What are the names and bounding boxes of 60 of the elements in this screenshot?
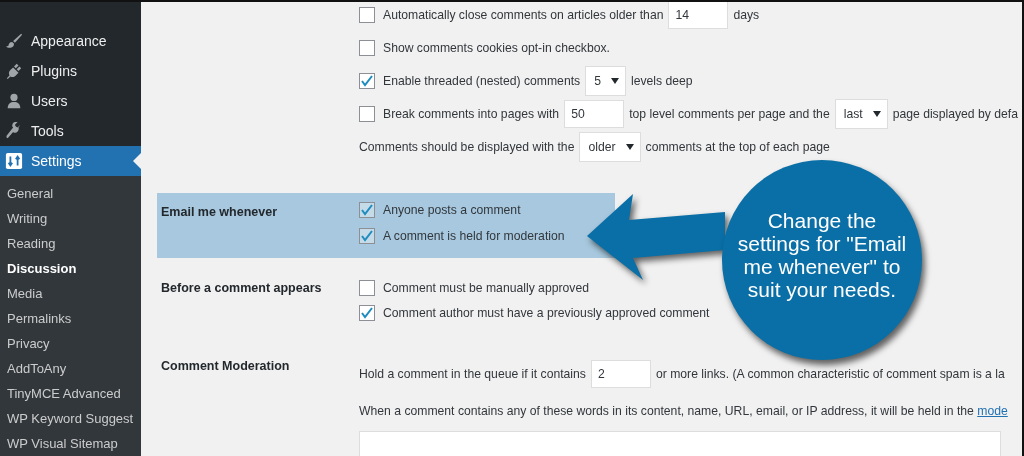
wrench-icon [5, 122, 23, 140]
callout-bubble: Change the settings for "Email me whenever" to suit your needs. [722, 160, 922, 360]
checkbox[interactable] [359, 105, 375, 122]
option-text: Automatically close comments on articles older than [383, 7, 664, 22]
option-text: or more links. (A common characteristic of comment spam is a la [655, 367, 1005, 381]
submenu-item[interactable]: Privacy [0, 331, 141, 356]
submenu-item[interactable]: Permalinks [0, 306, 141, 331]
submenu-item[interactable]: AddToAny [0, 356, 141, 381]
submenu-item[interactable]: Discussion [0, 256, 141, 281]
option-text: levels deep [630, 73, 693, 88]
link[interactable]: mode [977, 404, 1008, 418]
dropdown[interactable]: last [834, 98, 888, 129]
option-text: days [733, 7, 760, 22]
checkbox[interactable] [359, 39, 375, 56]
option-text: Break comments into pages with [383, 106, 560, 121]
option-text: A comment is held for moderation [383, 229, 565, 243]
user-icon [5, 92, 23, 110]
option-text: Comment must be manually approved [383, 280, 589, 295]
settings-icon [5, 152, 23, 170]
caret-icon [625, 143, 634, 150]
number-field[interactable]: 14 [668, 2, 729, 29]
sidebar-menu-item[interactable]: Tools [0, 116, 141, 146]
option-text: Show comments cookies opt-in checkbox. [383, 40, 610, 55]
sidebar-menu-item[interactable]: Plugins [0, 56, 141, 86]
submenu-item[interactable]: Writing [0, 206, 141, 231]
submenu-item[interactable]: WP Keyword Suggest [0, 406, 141, 431]
plug-icon [5, 62, 23, 80]
sidebar-menu-item[interactable]: Settings [0, 146, 141, 176]
option-text: Enable threaded (nested) comments [383, 73, 581, 88]
sidebar-menu-item[interactable]: Users [0, 86, 141, 116]
submenu-item[interactable]: General [0, 181, 141, 206]
paintbrush-icon [5, 32, 23, 50]
option-text: Anyone posts a comment [383, 203, 521, 217]
setting-label: Email me whenever [161, 205, 278, 219]
submenu-item[interactable]: Reading [0, 231, 141, 256]
option-text: comments at the top of each page [645, 139, 830, 154]
dropdown[interactable]: older [579, 131, 641, 162]
sidebar-menu-item[interactable]: Appearance [0, 26, 141, 56]
submenu-item[interactable]: WP Visual Sitemap [0, 431, 141, 456]
setting-label: Before a comment appears [161, 281, 322, 295]
number-field[interactable]: 50 [564, 99, 625, 128]
checkbox[interactable] [359, 228, 375, 244]
option-text: top level comments per page and the [629, 106, 830, 121]
submenu-item[interactable]: Media [0, 281, 141, 306]
checkbox[interactable] [359, 72, 375, 89]
option-text: When a comment contains any of these words in its content, name, URL, email, or IP address, it will be held in the mode [359, 404, 1008, 418]
option-text: Hold a comment in the queue if it contains [359, 367, 586, 381]
checkbox[interactable] [359, 304, 375, 321]
setting-label: Comment Moderation [161, 359, 290, 373]
caret-icon [872, 110, 881, 117]
option-text: Comment author must have a previously approved comment [383, 305, 710, 320]
option-text: Comments should be displayed with the [359, 139, 575, 154]
dropdown[interactable]: 5 [585, 65, 626, 96]
submenu-item[interactable]: TinyMCE Advanced [0, 381, 141, 406]
checkbox[interactable] [359, 202, 375, 218]
option-text: page displayed by defa [892, 106, 1018, 121]
caret-icon [610, 77, 619, 84]
checkbox[interactable] [359, 6, 375, 23]
number-field[interactable]: 2 [590, 360, 651, 388]
checkbox[interactable] [359, 279, 375, 296]
